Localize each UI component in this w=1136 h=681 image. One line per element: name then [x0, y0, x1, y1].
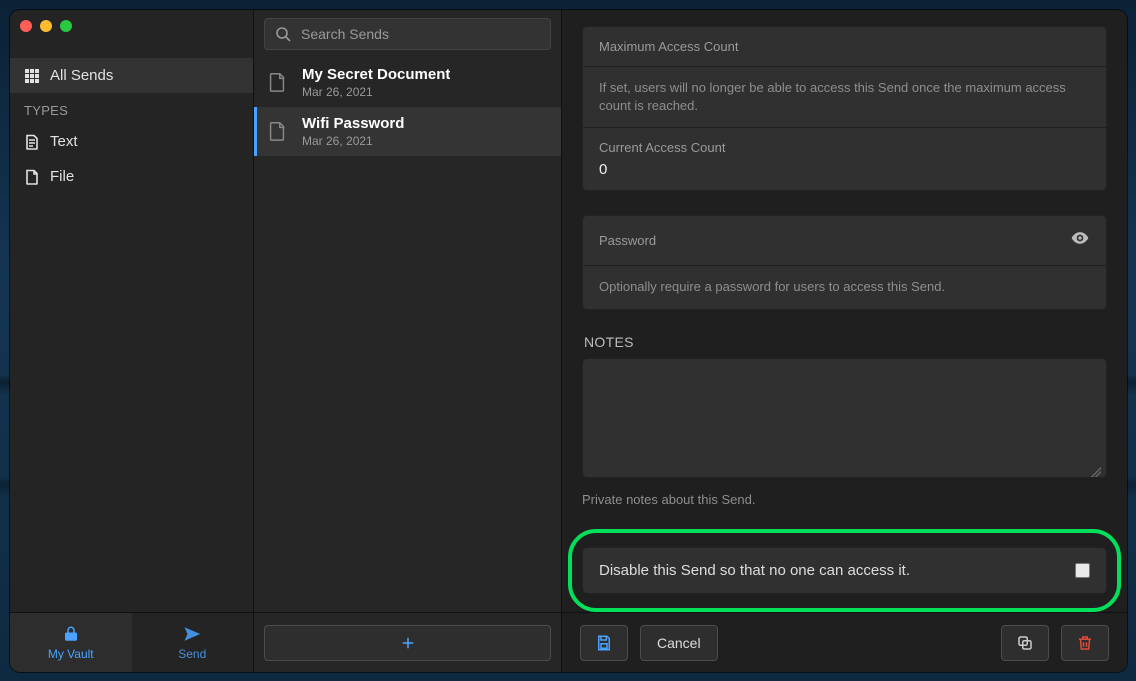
copy-link-button[interactable]: [1001, 625, 1049, 661]
detail-bottom-bar: Cancel: [562, 612, 1127, 672]
sidebar: All Sends TYPES Text File: [10, 10, 254, 672]
file-icon: [266, 71, 290, 95]
text-file-icon: [24, 134, 40, 150]
sidebar-item-label: File: [50, 168, 74, 185]
plus-icon: [399, 634, 417, 652]
window-controls: [20, 20, 72, 32]
disable-send-row[interactable]: Disable this Send so that no one can acc…: [582, 547, 1107, 594]
password-help: Optionally require a password for users …: [599, 278, 1090, 296]
file-icon: [24, 169, 40, 185]
current-access-label: Current Access Count: [599, 140, 1090, 155]
notes-heading: NOTES: [584, 334, 1105, 350]
trash-icon: [1076, 634, 1094, 652]
tab-label: Send: [178, 647, 206, 661]
tab-label: My Vault: [48, 647, 94, 661]
zoom-window-dot[interactable]: [60, 20, 72, 32]
sidebar-item-text[interactable]: Text: [10, 124, 253, 159]
copy-icon: [1016, 634, 1034, 652]
save-icon: [595, 634, 613, 652]
notes-help: Private notes about this Send.: [582, 491, 1107, 509]
list-item-text: Wifi Password Mar 26, 2021: [302, 115, 404, 148]
detail-column: Maximum Access Count If set, users will …: [562, 10, 1127, 672]
list-item-text: My Secret Document Mar 26, 2021: [302, 66, 450, 99]
current-access-value: 0: [599, 161, 1090, 178]
list-item-date: Mar 26, 2021: [302, 134, 404, 148]
cancel-button[interactable]: Cancel: [640, 625, 718, 661]
eye-icon: [1070, 228, 1090, 248]
add-send-button[interactable]: [264, 625, 551, 661]
sends-list: My Secret Document Mar 26, 2021 Wifi Pas…: [254, 58, 561, 612]
cancel-label: Cancel: [657, 635, 701, 651]
list-item[interactable]: My Secret Document Mar 26, 2021: [254, 58, 561, 107]
sidebar-content: All Sends TYPES Text File: [10, 58, 253, 612]
list-item-date: Mar 26, 2021: [302, 85, 450, 99]
sidebar-bottom-tabs: My Vault Send: [10, 612, 253, 672]
sends-list-column: My Secret Document Mar 26, 2021 Wifi Pas…: [254, 10, 562, 672]
tab-my-vault[interactable]: My Vault: [10, 613, 132, 672]
sidebar-spacer: [10, 10, 253, 58]
list-item[interactable]: Wifi Password Mar 26, 2021: [254, 107, 561, 156]
sidebar-item-label: All Sends: [50, 67, 113, 84]
lock-icon: [62, 625, 80, 643]
disable-send-checkbox[interactable]: [1075, 563, 1090, 578]
list-bottom-bar: [254, 612, 561, 672]
disable-send-label: Disable this Send so that no one can acc…: [599, 562, 910, 579]
tab-send[interactable]: Send: [132, 613, 254, 672]
max-access-label: Maximum Access Count: [599, 39, 1090, 54]
notes-wrap: [582, 358, 1107, 483]
sidebar-item-label: Text: [50, 133, 78, 150]
highlight-ring: Disable this Send so that no one can acc…: [568, 529, 1121, 612]
grid-icon: [24, 68, 40, 84]
list-item-title: My Secret Document: [302, 66, 450, 83]
toggle-password-visibility[interactable]: [1070, 228, 1090, 253]
minimize-window-dot[interactable]: [40, 20, 52, 32]
sidebar-types-header: TYPES: [10, 93, 253, 124]
app-window: All Sends TYPES Text File: [10, 10, 1127, 672]
password-card: Password Optionally require a password f…: [582, 215, 1107, 309]
search-wrap: [254, 10, 561, 58]
max-access-card: Maximum Access Count If set, users will …: [582, 26, 1107, 191]
close-window-dot[interactable]: [20, 20, 32, 32]
max-access-help: If set, users will no longer be able to …: [599, 79, 1090, 115]
detail-scroll[interactable]: Maximum Access Count If set, users will …: [562, 10, 1127, 612]
password-label: Password: [599, 233, 656, 248]
search-icon: [275, 26, 291, 42]
search-input[interactable]: [299, 25, 540, 43]
delete-button[interactable]: [1061, 625, 1109, 661]
list-item-title: Wifi Password: [302, 115, 404, 132]
search-box[interactable]: [264, 18, 551, 50]
save-button[interactable]: [580, 625, 628, 661]
file-icon: [266, 120, 290, 144]
sidebar-item-all-sends[interactable]: All Sends: [10, 58, 253, 93]
send-icon: [183, 625, 201, 643]
sidebar-item-file[interactable]: File: [10, 159, 253, 194]
notes-textarea[interactable]: [582, 358, 1107, 478]
